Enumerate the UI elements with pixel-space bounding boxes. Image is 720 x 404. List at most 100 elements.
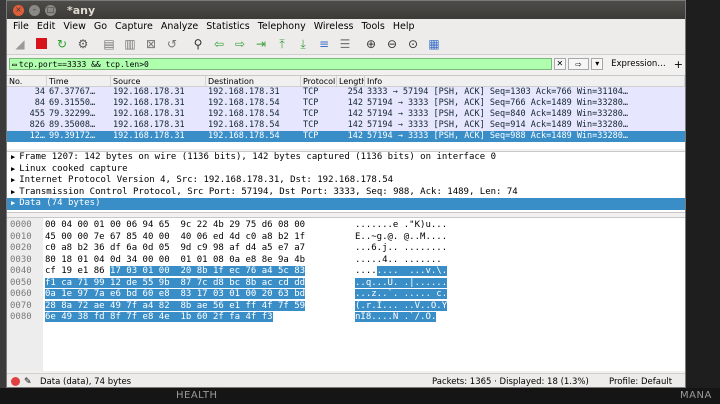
expand-arrow-icon[interactable]: ▶ [11,165,15,173]
col-destination[interactable]: Destination [206,76,301,86]
detail-text: Linux cooked capture [19,163,128,174]
expand-arrow-icon[interactable]: ▶ [11,153,15,161]
go-back-icon[interactable]: ⇦ [210,35,228,53]
bytes-hex[interactable]: 45 00 00 7e 67 85 40 00 40 06 ed 4d c0 a… [45,232,345,244]
packet-cell-src: 192.168.178.31 [113,120,185,130]
detail-row[interactable]: ▶ Frame 1207: 142 bytes on wire (1136 bit… [7,152,685,164]
col-info[interactable]: Info [365,76,685,86]
menu-capture[interactable]: Capture [115,21,153,32]
reload-file-icon[interactable]: ↺ [163,35,181,53]
minimize-window-button[interactable]: – [29,4,40,16]
bytes-ascii[interactable]: ...z..`. ..... c. [355,289,475,301]
bytes-ascii[interactable]: nI8....N .`/.O. [355,312,475,324]
colorize-icon[interactable]: ☰ [336,35,354,53]
packet-cell-no: 34 [34,87,45,97]
display-filter-input[interactable]: ▭ tcp.port==3333 && tcp.len>0 [9,58,553,70]
bytes-hex[interactable]: cf 19 e1 86 17 03 01 00 20 8b 1f ec 76 a… [45,266,345,278]
packet-cell-info: 57194 → 3333 [PSH, ACK] Seq=914 Ack=1489… [367,120,628,130]
apply-filter-icon[interactable]: ⇨ [567,58,590,70]
menu-go[interactable]: Go [94,21,107,32]
expert-info-icon[interactable] [11,377,20,386]
bookmark-icon[interactable]: ▭ [12,60,17,69]
detail-row[interactable]: ▶ Linux cooked capture [7,163,685,176]
menu-telephony[interactable]: Telephony [258,21,306,32]
go-forward-icon[interactable]: ⇨ [231,35,249,53]
bytes-ascii[interactable]: E..~g.@. @..M.... [355,232,475,244]
bytes-ascii[interactable]: .....4.. ....... [355,255,475,267]
bytes-hex[interactable]: 28 8a 72 ae 49 7f a4 82 8b ae 56 e1 ff 4… [45,300,345,313]
bytes-ascii[interactable]: .......e ."K)u... [355,220,475,232]
bytes-ascii-plain: ...6.j.. ........ [355,243,448,253]
shark-fin-start-icon[interactable]: ◢ [11,35,29,53]
maximize-window-button[interactable]: □ [45,4,56,16]
resize-columns-icon[interactable]: ▦ [425,35,443,53]
col-time[interactable]: Time [47,76,111,86]
menu-wireless[interactable]: Wireless [314,21,354,32]
packet-cell-src: 192.168.178.31 [113,98,185,108]
packet-row[interactable]: 84 69.31550… 192.168.178.31 192.168.178.54 T… [7,98,685,109]
menu-statistics[interactable]: Statistics [206,21,249,32]
bytes-hex[interactable]: 00 04 00 01 00 06 94 65 9c 22 4b 29 75 d… [45,220,345,232]
zoom-reset-icon[interactable]: ⊙ [404,35,422,53]
col-length[interactable]: Length [337,76,365,86]
open-file-icon[interactable]: ▤ [100,35,118,53]
bytes-hex[interactable]: c0 a8 b2 36 df 6a 0d 05 9d c9 98 af d4 a… [45,243,345,255]
packet-row[interactable]: 455 79.32299… 192.168.178.31 192.168.178.54… [7,109,685,120]
detail-row[interactable]: ▶ Data (74 bytes) [7,198,685,210]
expand-arrow-icon[interactable]: ▶ [11,188,15,196]
col-source[interactable]: Source [111,76,206,86]
bytes-ascii[interactable]: ..q...U. .|...... [355,277,475,290]
restart-capture-icon[interactable]: ↻ [53,35,71,53]
bytes-ascii[interactable]: (.r.I... ..V..O.Y [355,300,475,313]
expand-arrow-icon[interactable]: ▶ [11,199,15,207]
packet-cell-time: 99.39172… [49,131,96,141]
packet-row[interactable]: 12… 99.39172… 192.168.178.31 192.168.178.54… [7,131,685,142]
clear-filter-icon[interactable]: ✕ [554,58,566,70]
menu-view[interactable]: View [63,21,86,32]
game-hud-bar: HEALTH MANA [0,388,720,404]
menu-edit[interactable]: Edit [37,21,55,32]
menu-file[interactable]: File [13,21,29,32]
save-file-icon[interactable]: ▥ [121,35,139,53]
bytes-hex[interactable]: 0a 1e 97 7a e6 bd 60 e8 83 17 03 01 00 2… [45,289,345,301]
bytes-ascii[interactable]: ........ ...v.\. [355,266,475,278]
packet-cell-src: 192.168.178.31 [113,131,185,141]
bytes-offset: 0060 [10,289,32,299]
packet-cell-info: 57194 → 3333 [PSH, ACK] Seq=766 Ack=1489… [367,98,628,108]
status-profile[interactable]: Profile: Default [609,377,672,387]
bytes-hex[interactable]: f1 ca 71 99 12 de 55 9b 87 7c d8 bc 8b a… [45,277,345,290]
add-filter-button[interactable]: + [674,59,683,70]
go-to-packet-icon[interactable]: ⇥ [252,35,270,53]
bytes-offset: 0080 [10,312,32,322]
col-no[interactable]: No. [7,76,47,86]
bytes-hex[interactable]: 6e 49 38 fd 8f 7f e8 4e 1b 60 2f fa 4f f… [45,312,345,324]
stop-capture-icon[interactable] [32,35,50,53]
detail-row[interactable]: ▶ Transmission Control Protocol, Src Port… [7,187,685,199]
col-protocol[interactable]: Protocol [301,76,337,86]
packet-row[interactable]: 34 67.37767… 192.168.178.31 192.168.178.31 T… [7,87,685,98]
packet-cell-proto: TCP [303,109,319,119]
expand-arrow-icon[interactable]: ▶ [11,176,15,184]
window-title: *any [67,3,96,17]
bytes-ascii[interactable]: ...6.j.. ........ [355,243,475,255]
close-window-button[interactable]: × [13,4,24,16]
go-first-icon[interactable]: ⤒ [273,35,291,53]
auto-scroll-icon[interactable]: ≡ [315,35,333,53]
detail-row[interactable]: ▶ Internet Protocol Version 4, Src: 192.1… [7,175,685,187]
bytes-hex[interactable]: 80 18 01 04 0d 34 00 00 01 01 08 0a e8 8… [45,255,345,267]
capture-comment-icon[interactable]: ✎ [24,377,34,387]
menu-help[interactable]: Help [393,21,415,32]
packet-cell-dst: 192.168.178.54 [208,109,280,119]
filter-history-icon[interactable]: ▾ [591,58,604,70]
menu-analyze[interactable]: Analyze [161,21,198,32]
menu-tools[interactable]: Tools [361,21,384,32]
close-file-icon[interactable]: ⊠ [142,35,160,53]
packet-row[interactable]: 826 89.35008… 192.168.178.31 192.168.178.54… [7,120,685,131]
zoom-out-icon[interactable]: ⊖ [383,35,401,53]
expression-button[interactable]: Expression… [611,59,666,69]
wireshark-window: × – □ *any File Edit View Go Capture Ana… [6,0,686,388]
zoom-in-icon[interactable]: ⊕ [362,35,380,53]
find-packet-icon[interactable]: ⚲ [189,35,207,53]
go-last-icon[interactable]: ⤓ [294,35,312,53]
capture-options-icon[interactable]: ⚙ [74,35,92,53]
